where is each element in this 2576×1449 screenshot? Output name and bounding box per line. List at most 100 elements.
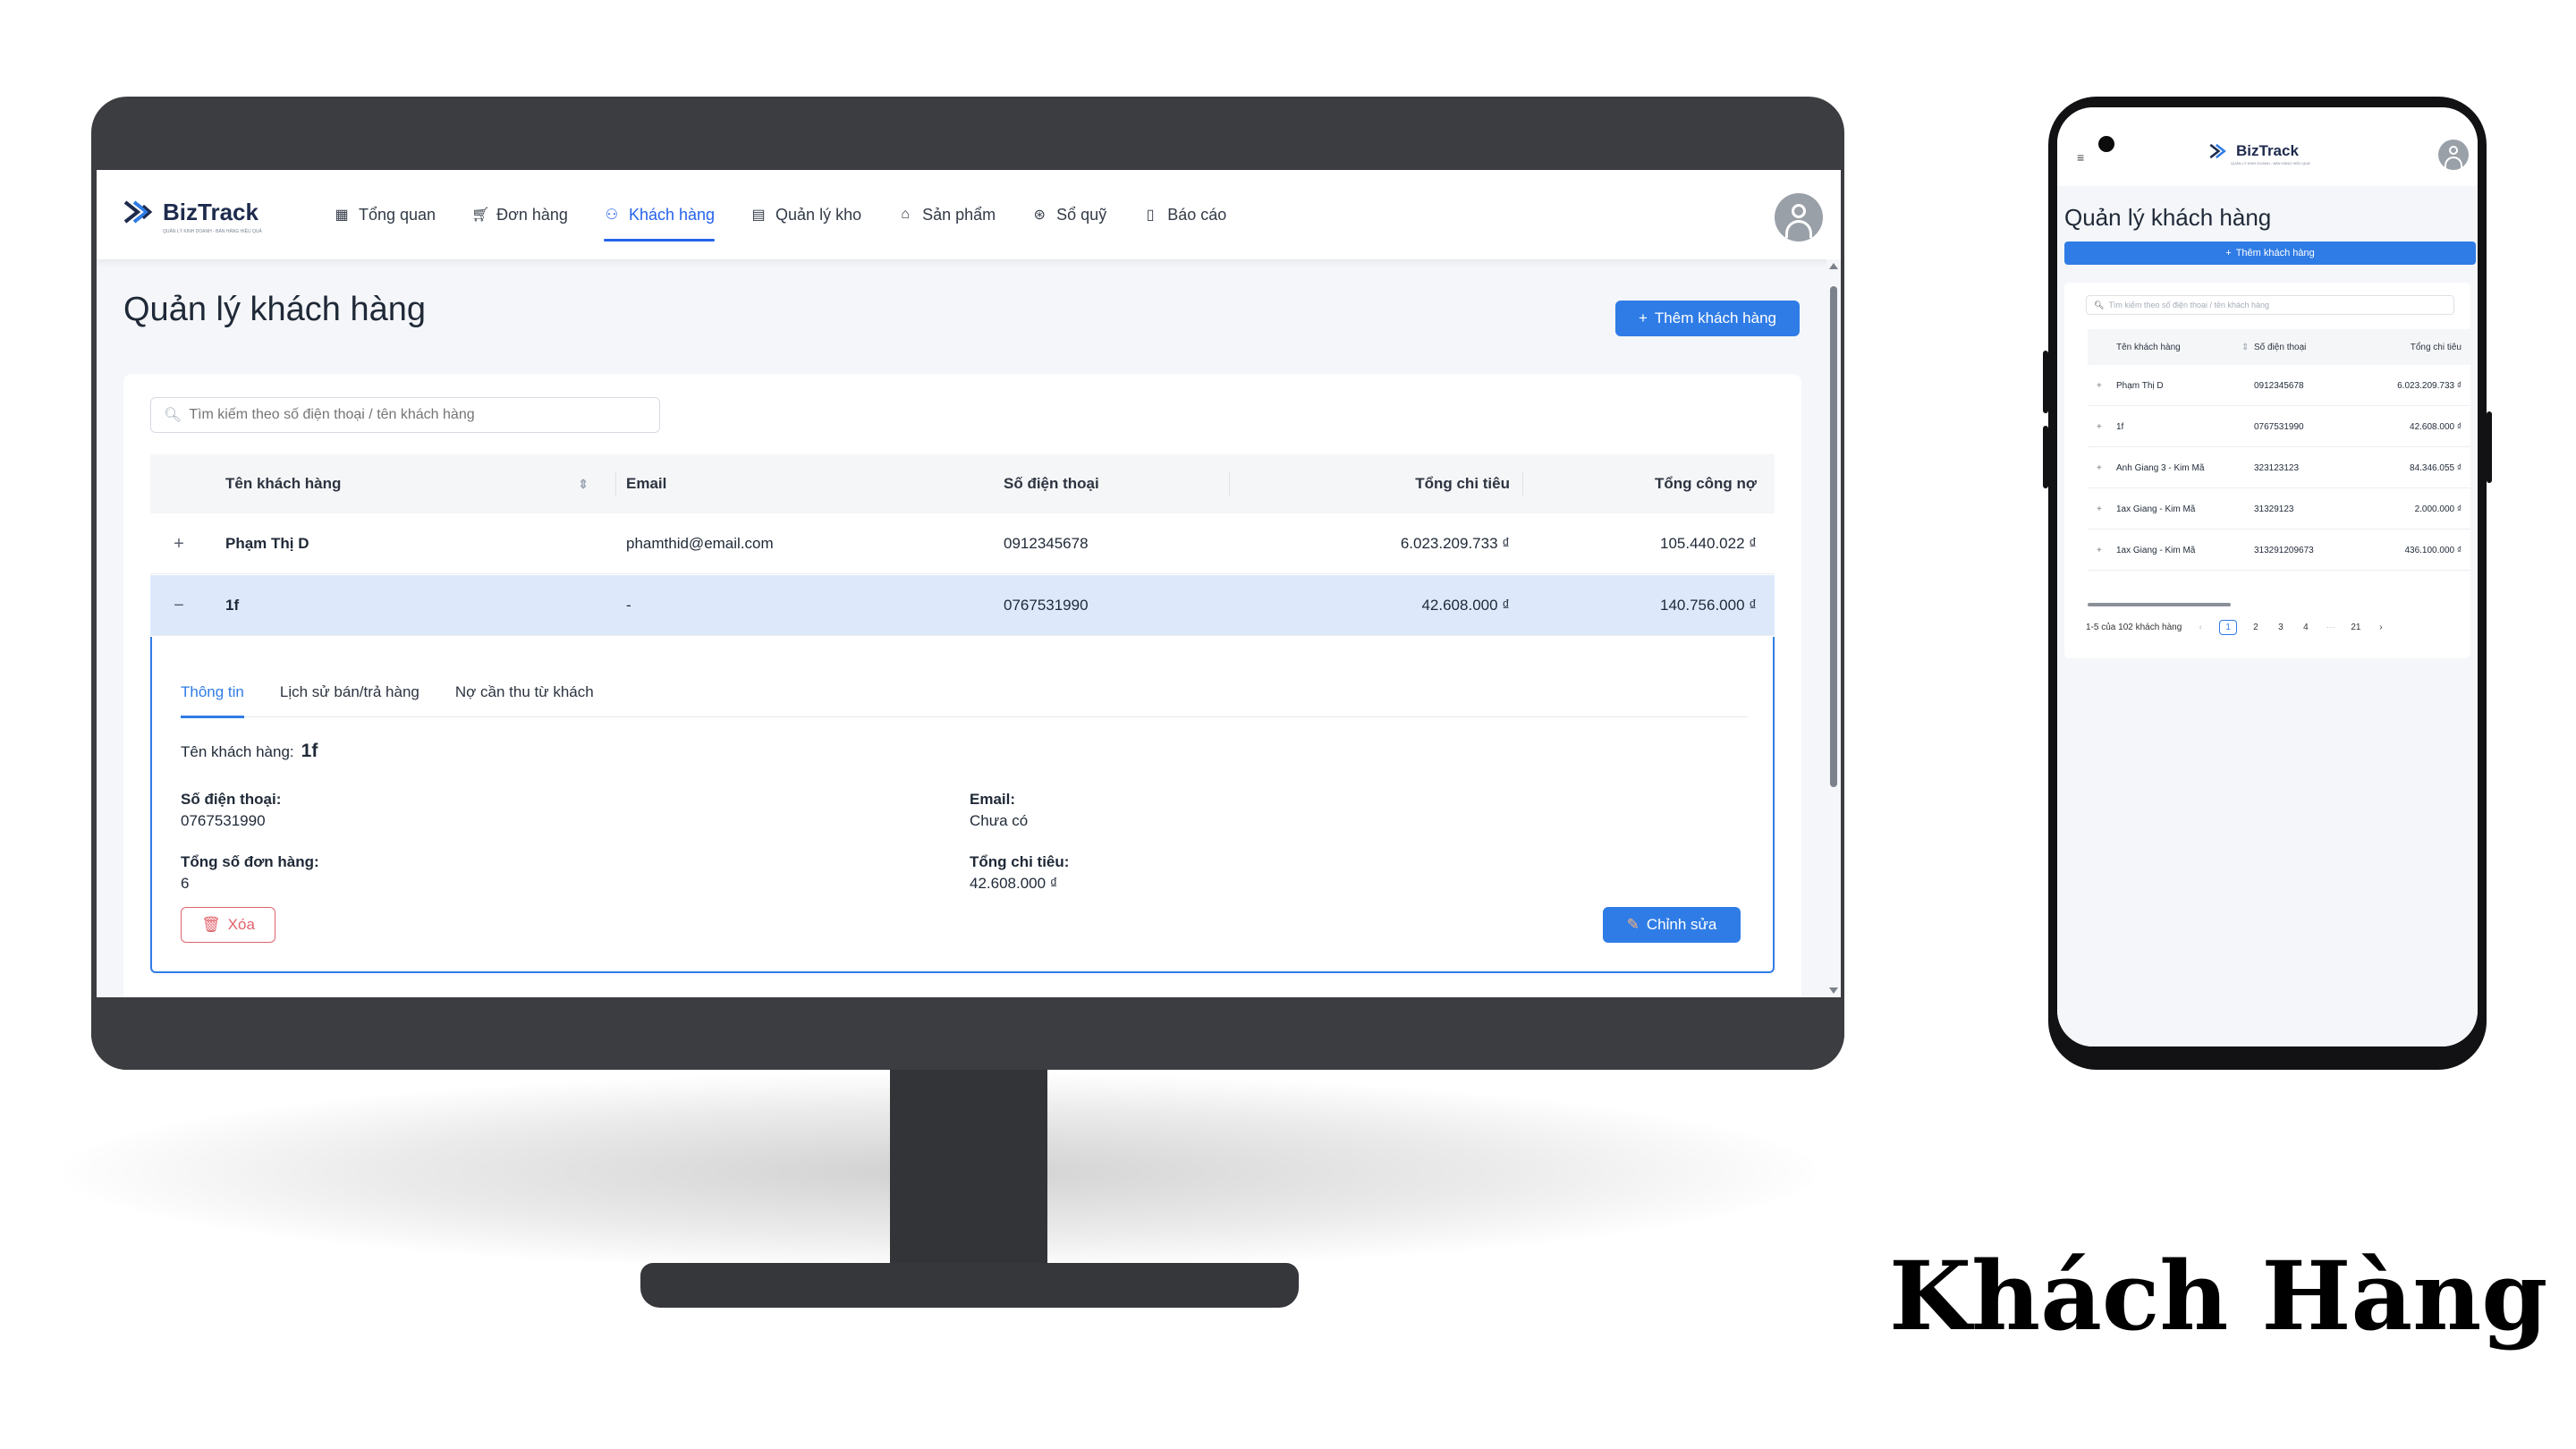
cell-spend: 84.346.055 ₫ xyxy=(2410,462,2462,473)
monitor-stand-neck xyxy=(890,1070,1047,1283)
col-debt-header: Tổng công nợ xyxy=(1522,454,1757,513)
search-icon: 🔍︎ xyxy=(164,408,182,423)
cell-spend: 2.000.000 ₫ xyxy=(2414,504,2462,514)
cell-debt: 140.756.000 ₫ xyxy=(1660,597,1757,614)
cell-spend: 6.023.209.733 ₫ xyxy=(1400,535,1510,552)
detail-spend-value: 42.608.000 ₫ xyxy=(970,875,1058,892)
showcase: BizTrack QUẢN LÝ KINH DOANH - BÁN HÀNG H… xyxy=(0,0,2576,1449)
table-row-selected[interactable]: − 1f - 0767531990 42.608.000 ₫ 140.756.0… xyxy=(150,575,1775,636)
top-navbar: BizTrack QUẢN LÝ KINH DOANH - BÁN HÀNG H… xyxy=(97,170,1841,259)
table-row[interactable]: + 1ax Giang - Kim Mã 31329123 2.000.000 … xyxy=(2088,488,2470,530)
nav-item-customers[interactable]: ⚇ Khách hàng xyxy=(586,170,733,259)
table-row[interactable]: + 1ax Giang - Kim Mã 313291209673 436.10… xyxy=(2088,530,2470,571)
next-page-icon[interactable]: › xyxy=(2375,623,2387,632)
detail-orders-label: Tổng số đơn hàng: xyxy=(181,853,319,870)
col-email-header: Email xyxy=(626,454,805,513)
sort-icon[interactable]: ⇕ xyxy=(578,477,589,492)
add-customer-button[interactable]: + Thêm khách hàng xyxy=(1615,301,1800,336)
nav-label: Tổng quan xyxy=(359,205,436,224)
tab-info[interactable]: Thông tin xyxy=(181,671,244,718)
detail-name-value: 1f xyxy=(301,741,318,761)
page-scrollbar[interactable] xyxy=(1826,259,1841,997)
nav-label: Sổ quỹ xyxy=(1056,205,1107,224)
user-icon: ⚇ xyxy=(605,208,619,223)
scroll-up-arrow-icon[interactable] xyxy=(1829,263,1838,269)
showcase-caption: Khách Hàng xyxy=(1889,1240,2548,1352)
table-row[interactable]: + Phạm Thị D phamthid@email.com 09123456… xyxy=(150,513,1775,574)
col-spend-label: Tổng chi tiêu xyxy=(1415,475,1510,492)
nav-item-products[interactable]: ⌂ Sản phẩm xyxy=(879,170,1013,259)
user-avatar[interactable] xyxy=(1775,193,1823,242)
page-ellipsis[interactable]: ··· xyxy=(2325,623,2337,632)
expand-row-icon[interactable]: + xyxy=(170,535,188,553)
cell-name: 1ax Giang - Kim Mã xyxy=(2116,545,2196,555)
brand-logo[interactable]: BizTrack xyxy=(122,197,258,227)
prev-page-icon[interactable]: ‹ xyxy=(2194,623,2207,632)
table-row[interactable]: + Phạm Thị D 0912345678 6.023.209.733 ₫ xyxy=(2088,365,2470,406)
nav-item-warehouse[interactable]: ▤ Quản lý kho xyxy=(733,170,879,259)
cell-name: 1ax Giang - Kim Mã xyxy=(2116,504,2196,514)
expand-row-icon[interactable]: + xyxy=(2097,406,2102,447)
sort-icon[interactable]: ⇕ xyxy=(2241,329,2249,365)
cell-name: Anh Giang 3 - Kim Mã xyxy=(2116,462,2205,473)
front-camera xyxy=(2098,136,2114,152)
expand-row-icon[interactable]: + xyxy=(2097,488,2102,530)
table-row[interactable]: + Anh Giang 3 - Kim Mã 323123123 84.346.… xyxy=(2088,447,2470,488)
col-phone-label: Số điện thoại xyxy=(1004,475,1099,492)
table-header: Tên khách hàng ⇕ Email Số điện thoại Tổn… xyxy=(150,454,1775,513)
delete-label: Xóa xyxy=(227,916,255,933)
nav-label: Báo cáo xyxy=(1167,205,1227,224)
pager-summary: 1-5 của 102 khách hàng xyxy=(2086,622,2182,632)
search-box[interactable]: 🔍︎ Tìm kiếm theo số điện thoại / tên khá… xyxy=(2086,295,2454,315)
cell-spend: 42.608.000 ₫ xyxy=(2410,421,2462,432)
search-icon: 🔍︎ xyxy=(2094,300,2105,309)
edit-button[interactable]: ✎ Chỉnh sửa xyxy=(1603,907,1741,943)
trash-icon: 🗑︎ xyxy=(201,916,221,933)
nav-item-reports[interactable]: ▯ Báo cáo xyxy=(1124,170,1244,259)
add-customer-button[interactable]: + Thêm khách hàng xyxy=(2064,242,2476,265)
cell-spend: 436.100.000 ₫ xyxy=(2404,545,2462,555)
monitor-stand-base xyxy=(640,1263,1299,1308)
mobile-brand-logo[interactable]: BizTrack xyxy=(2207,141,2299,161)
tab-receivables[interactable]: Nợ cần thu từ khách xyxy=(455,671,594,717)
monitor-chin xyxy=(91,997,1844,1070)
mobile-navbar: ≡ BizTrack QUẢN LÝ KINH DOANH - BÁN HÀNG… xyxy=(2057,107,2478,186)
user-avatar[interactable] xyxy=(2438,140,2469,170)
col-phone-header: Số điện thoại xyxy=(1004,454,1182,513)
hamburger-menu-icon[interactable]: ≡ xyxy=(2077,150,2084,165)
cell-name: 1f xyxy=(225,597,240,614)
cell-name: Phạm Thị D xyxy=(2116,380,2164,391)
delete-button[interactable]: 🗑︎ Xóa xyxy=(181,907,275,943)
page-3[interactable]: 3 xyxy=(2275,623,2287,632)
nav-item-overview[interactable]: ▦ Tổng quan xyxy=(316,170,453,259)
search-input[interactable] xyxy=(189,407,655,423)
page-1[interactable]: 1 xyxy=(2219,619,2237,635)
page-4[interactable]: 4 xyxy=(2300,623,2312,632)
col-name-header[interactable]: Tên khách hàng ⇕ xyxy=(225,454,601,513)
page-title: Quản lý khách hàng xyxy=(123,291,427,328)
column-divider xyxy=(615,472,616,496)
expand-row-icon[interactable]: + xyxy=(2097,530,2102,571)
scroll-down-arrow-icon[interactable] xyxy=(1829,987,1838,994)
horizontal-scrollbar[interactable] xyxy=(2088,603,2231,606)
collapse-row-icon[interactable]: − xyxy=(170,597,188,614)
tab-sales-history[interactable]: Lịch sử bán/trả hàng xyxy=(280,671,419,717)
nav-label: Quản lý kho xyxy=(775,205,862,224)
main-nav: ▦ Tổng quan 🛒︎ Đơn hàng ⚇ Khách hàng ▤ Q… xyxy=(316,170,1244,259)
brand-name: BizTrack xyxy=(2236,142,2299,159)
expand-row-icon[interactable]: + xyxy=(2097,365,2102,406)
plus-icon: + xyxy=(2225,248,2232,258)
scroll-thumb[interactable] xyxy=(1830,286,1837,787)
page-21[interactable]: 21 xyxy=(2350,623,2362,632)
table-row[interactable]: + 1f 0767531990 42.608.000 ₫ xyxy=(2088,406,2470,447)
expand-row-icon[interactable]: + xyxy=(2097,447,2102,488)
nav-item-cashbook[interactable]: ⊛ Sổ quỹ xyxy=(1013,170,1124,259)
cell-spend: 42.608.000 ₫ xyxy=(1421,597,1510,614)
page-2[interactable]: 2 xyxy=(2250,623,2262,632)
biztrack-logo-icon xyxy=(123,200,153,224)
cart-icon: 🛒︎ xyxy=(471,208,490,223)
dashboard-icon: ▦ xyxy=(335,208,349,223)
nav-item-orders[interactable]: 🛒︎ Đơn hàng xyxy=(453,170,586,259)
col-phone-header: Số điện thoại xyxy=(2254,342,2307,352)
col-spend-header: Tổng chi tiêu xyxy=(1229,454,1510,513)
